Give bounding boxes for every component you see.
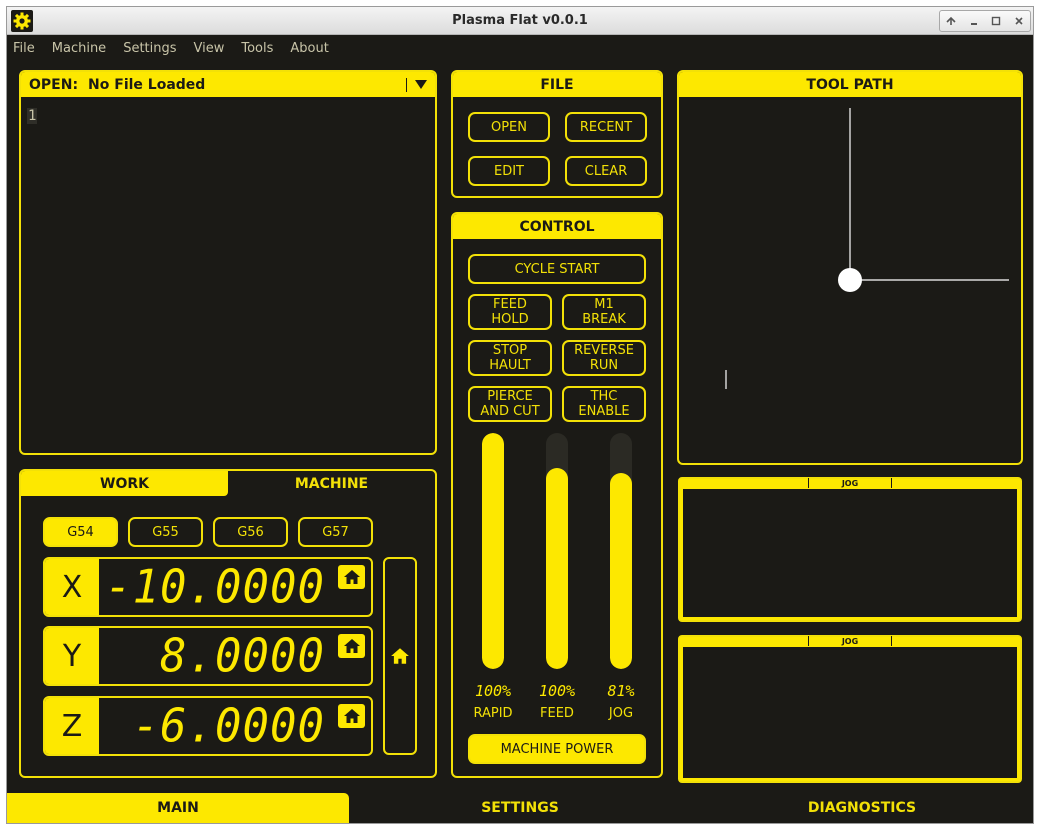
maximize-icon[interactable] [987, 12, 1005, 30]
open-label: OPEN: [29, 76, 79, 93]
menu-file[interactable]: File [13, 41, 35, 56]
app-window: Plasma Flat v0.0.1 File Machine Settings… [6, 6, 1034, 824]
dropdown-separator [406, 78, 407, 92]
dro-tabs: WORK MACHINE [21, 471, 435, 496]
home-icon [391, 648, 409, 664]
offset-g55-button[interactable]: G55 [128, 517, 203, 547]
jog-panel-2[interactable]: JOG [678, 635, 1022, 783]
gcode-line-number: 1 [27, 108, 38, 124]
jog-override-slider[interactable] [610, 433, 632, 669]
home-z-icon[interactable] [338, 704, 365, 728]
tab-settings[interactable]: SETTINGS [349, 793, 691, 823]
machine-power-button[interactable]: MACHINE POWER [468, 734, 646, 764]
chevron-down-icon[interactable] [415, 80, 427, 89]
title-bar: Plasma Flat v0.0.1 [7, 7, 1033, 35]
open-button[interactable]: OPEN [468, 112, 550, 142]
axis-label-y: Y [45, 628, 99, 684]
jog-override-readout: 81% [607, 682, 635, 700]
cycle-start-button[interactable]: CYCLE START [468, 254, 646, 284]
home-x-icon[interactable] [338, 565, 365, 589]
menu-view[interactable]: View [194, 41, 225, 56]
feed-override-fill [546, 468, 568, 669]
feed-override-label: FEED [540, 706, 574, 721]
tool-path-panel: TOOL PATH [677, 70, 1023, 465]
dro-row-z: Z -6.0000 [43, 696, 373, 756]
offset-g56-button[interactable]: G56 [213, 517, 288, 547]
jog-title-1: JOG [808, 478, 892, 488]
axis-value-z[interactable]: -6.0000 [133, 700, 325, 754]
file-panel-title: FILE [453, 72, 661, 97]
stop-hault-button[interactable]: STOP HAULT [468, 340, 552, 376]
feed-override-readout: 100% [538, 682, 576, 700]
shade-icon[interactable] [942, 12, 960, 30]
tab-work[interactable]: WORK [21, 471, 228, 496]
menu-bar: File Machine Settings View Tools About [7, 36, 1033, 60]
gcode-panel: OPEN: No File Loaded 1 [19, 70, 437, 455]
loaded-file-name: No File Loaded [88, 76, 206, 93]
pierce-and-cut-button[interactable]: PIERCE AND CUT [468, 386, 552, 422]
tab-diagnostics[interactable]: DIAGNOSTICS [691, 793, 1033, 823]
file-selector[interactable]: OPEN: No File Loaded [21, 72, 435, 97]
jog-title-2: JOG [808, 636, 892, 646]
home-all-button[interactable] [383, 557, 417, 755]
window-title: Plasma Flat v0.0.1 [452, 13, 588, 28]
dro-row-y: Y 8.0000 [43, 626, 373, 686]
dro-row-x: X -10.0000 [43, 557, 373, 617]
tool-position-marker [838, 268, 862, 292]
jog-panel-1[interactable]: JOG [678, 477, 1022, 622]
recent-button[interactable]: RECENT [565, 112, 647, 142]
reverse-run-button[interactable]: REVERSE RUN [562, 340, 646, 376]
feed-hold-button[interactable]: FEED HOLD [468, 294, 552, 330]
tab-machine[interactable]: MACHINE [228, 471, 435, 496]
rapid-override-fill [482, 433, 504, 669]
axis-label-z: Z [45, 698, 99, 754]
thc-enable-button[interactable]: THC ENABLE [562, 386, 646, 422]
offset-g54-button[interactable]: G54 [43, 517, 118, 547]
control-panel: CONTROL CYCLE START FEED HOLD M1 BREAK S… [451, 212, 663, 778]
rapid-override-readout: 100% [474, 682, 512, 700]
jog-override-label: JOG [608, 706, 634, 721]
axis-value-y[interactable]: 8.0000 [160, 630, 325, 684]
rapid-override-slider[interactable] [482, 433, 504, 669]
file-panel: FILE OPEN RECENT EDIT CLEAR [451, 70, 663, 198]
jog-override-fill [610, 473, 632, 669]
rapid-override-label: RAPID [473, 706, 513, 721]
minimize-icon[interactable] [965, 12, 983, 30]
m1-break-button[interactable]: M1 BREAK [562, 294, 646, 330]
tool-path-view[interactable] [679, 97, 1021, 463]
window-controls [939, 10, 1031, 32]
home-y-icon[interactable] [338, 634, 365, 658]
feed-override-slider[interactable] [546, 433, 568, 669]
offset-g57-button[interactable]: G57 [298, 517, 373, 547]
close-icon[interactable] [1010, 12, 1028, 30]
axis-value-x[interactable]: -10.0000 [105, 561, 325, 615]
bottom-tabs: MAIN SETTINGS DIAGNOSTICS [7, 793, 1033, 823]
tab-main[interactable]: MAIN [7, 793, 349, 823]
dro-panel: WORK MACHINE G54 G55 G56 G57 X -10.0000 … [19, 469, 437, 778]
menu-tools[interactable]: Tools [241, 41, 273, 56]
menu-settings[interactable]: Settings [123, 41, 176, 56]
axis-label-x: X [45, 559, 99, 615]
edit-button[interactable]: EDIT [468, 156, 550, 186]
menu-about[interactable]: About [290, 41, 328, 56]
control-panel-title: CONTROL [453, 214, 661, 239]
clear-button[interactable]: CLEAR [565, 156, 647, 186]
tool-path-title: TOOL PATH [679, 72, 1021, 97]
menu-machine[interactable]: Machine [52, 41, 106, 56]
